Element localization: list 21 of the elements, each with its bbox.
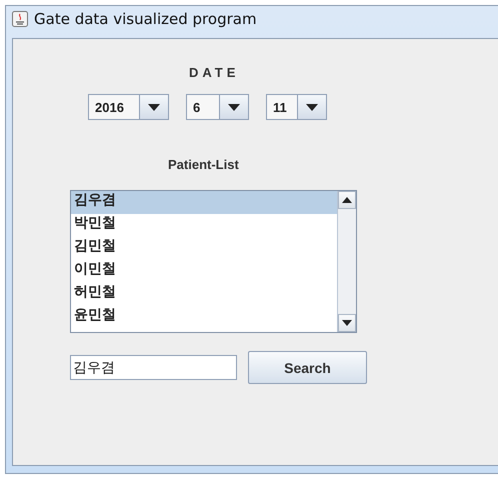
patient-list-item[interactable]: 김민철: [71, 237, 337, 260]
caret-down-icon: [228, 104, 240, 110]
search-button[interactable]: Search: [248, 351, 367, 384]
patient-list-item[interactable]: 박민철: [71, 214, 337, 237]
window-title: Gate data visualized program: [34, 10, 257, 28]
patient-list-item[interactable]: 허민철: [71, 283, 337, 306]
patient-list-label: Patient-List: [168, 157, 239, 172]
caret-down-icon: [148, 104, 160, 110]
scroll-up-icon[interactable]: [342, 197, 352, 203]
scrollbar[interactable]: [337, 191, 356, 332]
search-field[interactable]: 김우겸: [70, 355, 237, 380]
dropdown[interactable]: 6: [186, 94, 249, 120]
dropdown[interactable]: 2016: [88, 94, 169, 120]
dropdown[interactable]: 11: [266, 94, 327, 120]
date-label: DATE: [189, 65, 240, 80]
caret-down-icon: [306, 104, 318, 110]
patient-list-item[interactable]: 김우겸: [71, 191, 337, 214]
patient-list-item[interactable]: 이민철: [71, 260, 337, 283]
app-icon: [12, 11, 28, 27]
patient-list-item[interactable]: 윤민철: [71, 306, 337, 329]
scroll-down-icon[interactable]: [342, 320, 352, 326]
